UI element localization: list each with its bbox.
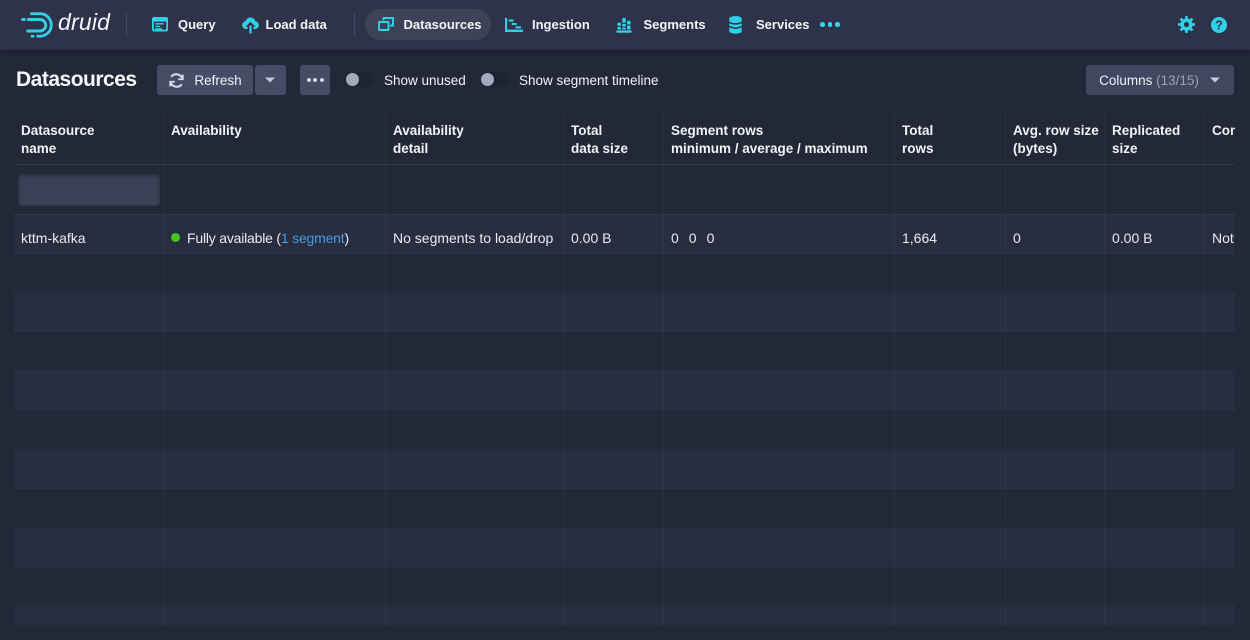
svg-text:?: ? xyxy=(1215,18,1223,32)
